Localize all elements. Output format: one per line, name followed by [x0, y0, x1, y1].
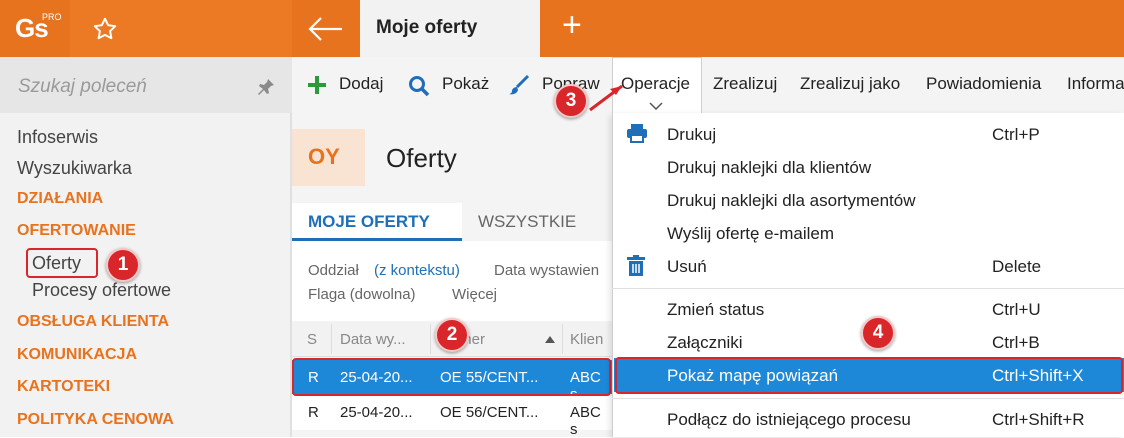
info-button[interactable]: Informa: [1067, 74, 1124, 94]
menu-item-attach-process[interactable]: Podłącz do istniejącego procesu: [667, 410, 911, 430]
module-badge-text: OY: [308, 144, 340, 169]
shortcut-attachments: Ctrl+B: [992, 333, 1040, 352]
column-divider: [430, 324, 431, 354]
column-divider: [562, 324, 563, 354]
pin-icon[interactable]: [256, 77, 276, 97]
tab-moje-oferty[interactable]: Moje oferty: [360, 0, 540, 57]
filter-branch-label: Oddział: [308, 262, 359, 279]
menu-item-print-client-labels[interactable]: Drukuj naklejki dla klientów: [667, 158, 871, 178]
callout-badge-4: 4: [861, 316, 895, 350]
cell-client: ABC s: [570, 404, 601, 438]
menu-item-send-email[interactable]: Wyślij ofertę e-mailem: [667, 224, 834, 244]
filter-date[interactable]: Data wystawien: [494, 262, 599, 279]
tab-my-offers[interactable]: MOJE OFERTY: [292, 203, 462, 241]
notifications-button[interactable]: Powiadomienia: [926, 74, 1041, 94]
table-row[interactable]: R 25-04-20... OE 56/CENT... ABC s: [292, 396, 612, 438]
highlight-show-map: [615, 357, 1123, 394]
menu-item-print[interactable]: Drukuj: [667, 125, 716, 145]
cell-date: 25-04-20...: [340, 404, 413, 421]
realize-as-button[interactable]: Zrealizuj jako: [800, 74, 900, 94]
realize-button[interactable]: Zrealizuj: [713, 74, 777, 94]
menu-separator: [612, 288, 1124, 289]
favorites-button[interactable]: [70, 0, 292, 57]
printer-icon: [627, 124, 647, 143]
logo-sup: PRO: [42, 12, 62, 22]
sort-ascending-icon: [545, 336, 555, 343]
operations-label[interactable]: Operacje: [621, 74, 690, 94]
page-title: Oferty: [386, 143, 457, 173]
sidebar-section-polityka[interactable]: POLITYKA CENOWA: [17, 411, 174, 429]
shortcut-print: Ctrl+P: [992, 125, 1040, 144]
trash-icon: [627, 255, 645, 276]
cell-number: OE 56/CENT...: [440, 404, 539, 421]
menu-item-attachments[interactable]: Załączniki: [667, 333, 743, 353]
column-divider: [331, 324, 332, 354]
column-client[interactable]: Klien: [570, 331, 603, 348]
column-s[interactable]: S: [307, 331, 317, 348]
sidebar-item-procesy[interactable]: Procesy ofertowe: [32, 280, 171, 301]
callout-badge-1: 1: [106, 248, 140, 282]
sidebar-section-kartoteki[interactable]: KARTOTEKI: [17, 378, 110, 396]
chevron-down-icon: [649, 102, 663, 110]
callout-arrow: [589, 84, 623, 112]
add-button[interactable]: Dodaj: [339, 74, 383, 94]
sidebar-section-ofertowanie[interactable]: OFERTOWANIE: [17, 222, 136, 240]
sidebar-item-wyszukiwarka[interactable]: Wyszukiwarka: [17, 158, 132, 179]
show-button[interactable]: Pokaż: [442, 74, 489, 94]
highlight-oferty: [26, 248, 98, 278]
command-search[interactable]: Szukaj poleceń: [0, 57, 292, 113]
callout-badge-3: 3: [554, 84, 588, 118]
back-button[interactable]: [292, 0, 360, 57]
callout-badge-2: 2: [435, 318, 469, 352]
filter-panel: [292, 241, 612, 321]
filter-branch-link[interactable]: (z kontekstu): [374, 262, 460, 279]
module-badge: OY: [292, 129, 365, 186]
sidebar-section-komunikacja[interactable]: KOMUNIKACJA: [17, 346, 137, 364]
menu-item-change-status[interactable]: Zmień status: [667, 300, 764, 320]
brush-icon[interactable]: [508, 74, 530, 96]
add-tab-button[interactable]: +: [540, 0, 616, 57]
highlight-row: [292, 358, 611, 396]
arrow-left-icon: [308, 17, 342, 41]
plus-icon[interactable]: [307, 75, 327, 95]
sidebar-item-infoserwis[interactable]: Infoserwis: [17, 127, 98, 148]
column-date[interactable]: Data wy...: [340, 331, 406, 348]
shortcut-attach-process: Ctrl+Shift+R: [992, 410, 1085, 429]
tab-label: Moje oferty: [376, 17, 478, 38]
cell-s: R: [308, 404, 319, 421]
filter-more[interactable]: Więcej: [452, 286, 497, 303]
filter-flag[interactable]: Flaga (dowolna): [308, 286, 416, 303]
menu-item-print-item-labels[interactable]: Drukuj naklejki dla asortymentów: [667, 191, 916, 211]
search-icon[interactable]: [408, 75, 430, 97]
sidebar-section-obsluga[interactable]: OBSŁUGA KLIENTA: [17, 313, 169, 331]
shortcut-delete: Delete: [992, 257, 1042, 276]
tab-all[interactable]: WSZYSTKIE: [478, 212, 576, 232]
plus-icon: +: [562, 6, 582, 44]
tab-my-offers-label: MOJE OFERTY: [308, 212, 430, 231]
shortcut-change-status: Ctrl+U: [992, 300, 1041, 319]
star-icon: [93, 17, 117, 40]
menu-separator: [612, 398, 1124, 399]
app-logo[interactable]: Gs PRO: [0, 0, 70, 57]
menu-item-delete[interactable]: Usuń: [667, 257, 707, 277]
search-input[interactable]: Szukaj poleceń: [18, 76, 147, 98]
sidebar-section-dzialania[interactable]: DZIAŁANIA: [17, 190, 103, 208]
